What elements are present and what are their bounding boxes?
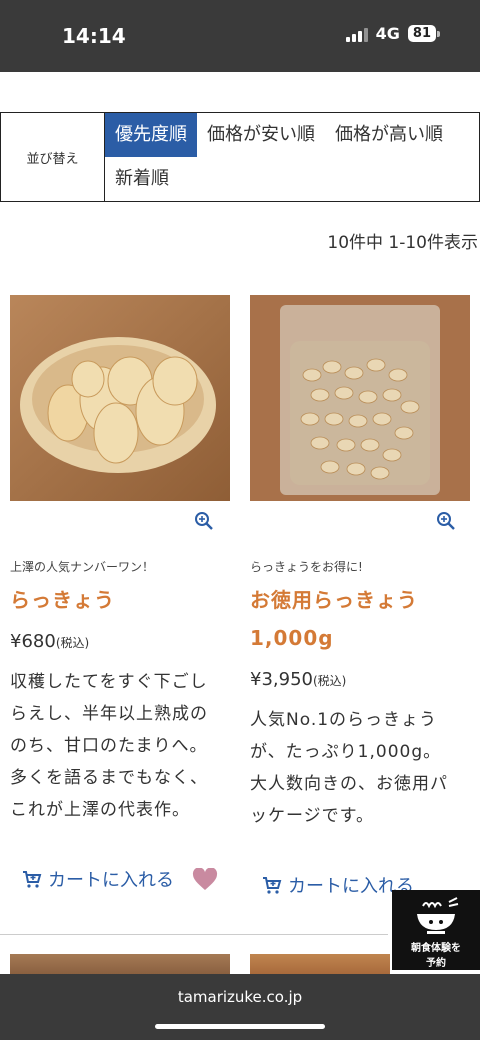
rice-bowl-icon bbox=[417, 897, 459, 934]
tax-label: (税込) bbox=[55, 636, 90, 650]
description-line: らえし、半年以上熟成の bbox=[10, 704, 208, 724]
product-info: 上澤の人気ナンバーワン！ らっきょう ¥680(税込) 収穫したてをすぐ下ごし … bbox=[10, 558, 235, 826]
zoom-icon[interactable] bbox=[194, 511, 214, 531]
cart-icon bbox=[263, 877, 282, 894]
description-line: 多くを語るまでもなく、 bbox=[10, 768, 208, 788]
battery-level: 81 bbox=[407, 25, 436, 42]
favorite-heart-icon[interactable] bbox=[192, 868, 218, 892]
sort-option-price-low[interactable]: 価格が安い順 bbox=[197, 113, 325, 157]
description-line: 人気No.1のらっきょう bbox=[250, 710, 438, 730]
badge-line2: 予約 bbox=[426, 958, 446, 969]
product-info: らっきょうをお得に! お徳用らっきょう 1,000g ¥3,950(税込) 人気… bbox=[250, 558, 475, 832]
description-line: 大人数向きの、お徳用パ bbox=[250, 774, 448, 794]
url-field[interactable]: tamarizuke.co.jp bbox=[0, 988, 480, 1006]
product-name[interactable]: らっきょう bbox=[10, 581, 235, 619]
product-description: 収穫したてをすぐ下ごし らえし、半年以上熟成の のち、甘口のたまりへ。 多くを語… bbox=[10, 666, 235, 826]
description-line: ッケージです。 bbox=[250, 806, 374, 826]
badge-line1: 朝食体験を bbox=[411, 943, 461, 954]
result-count: 10件中 1-10件表示 bbox=[327, 233, 478, 253]
product-name[interactable]: お徳用らっきょう bbox=[250, 581, 475, 619]
status-bar: 14:14 4G 81 bbox=[0, 0, 480, 72]
browser-bar: tamarizuke.co.jp bbox=[0, 974, 480, 1040]
product-card bbox=[10, 295, 230, 501]
next-product-thumbnail[interactable] bbox=[10, 954, 230, 974]
zoom-icon[interactable] bbox=[436, 511, 456, 531]
sort-option-newest[interactable]: 新着順 bbox=[105, 157, 179, 201]
status-indicators: 4G 81 bbox=[345, 24, 440, 43]
product-catchcopy: らっきょうをお得に! bbox=[250, 560, 363, 574]
description-line: これが上澤の代表作。 bbox=[10, 800, 190, 820]
sort-label: 並び替え bbox=[1, 113, 105, 201]
status-time: 14:14 bbox=[62, 24, 126, 48]
divider bbox=[0, 934, 388, 935]
breakfast-reservation-badge[interactable]: 朝食体験を 予約 bbox=[392, 890, 480, 970]
battery-icon: 81 bbox=[407, 25, 440, 42]
cart-icon bbox=[23, 871, 42, 888]
product-price: ¥3,950(税込) bbox=[250, 669, 475, 690]
sort-options: 優先度順 価格が安い順 価格が高い順 新着順 bbox=[105, 113, 479, 201]
next-product-thumbnail[interactable] bbox=[250, 954, 390, 974]
product-price: ¥680(税込) bbox=[10, 631, 235, 652]
description-line: が、たっぷり1,000g。 bbox=[250, 742, 442, 762]
signal-icon bbox=[345, 26, 368, 42]
product-name-line2[interactable]: 1,000g bbox=[250, 619, 475, 657]
product-image[interactable] bbox=[250, 295, 470, 501]
add-to-cart-label: カートに入れる bbox=[48, 870, 174, 891]
product-image[interactable] bbox=[10, 295, 230, 501]
network-label: 4G bbox=[375, 24, 400, 43]
description-line: 収穫したてをすぐ下ごし bbox=[10, 672, 208, 692]
add-to-cart-button[interactable]: カートに入れる bbox=[22, 866, 174, 892]
sort-option-price-high[interactable]: 価格が高い順 bbox=[325, 113, 453, 157]
tax-label: (税込) bbox=[312, 674, 347, 688]
sort-box: 並び替え 優先度順 価格が安い順 価格が高い順 新着順 bbox=[0, 112, 480, 202]
product-description: 人気No.1のらっきょう が、たっぷり1,000g。 大人数向きの、お徳用パ ッ… bbox=[250, 704, 475, 832]
description-line: のち、甘口のたまりへ。 bbox=[10, 736, 208, 756]
sort-option-priority[interactable]: 優先度順 bbox=[105, 113, 197, 157]
product-catchcopy: 上澤の人気ナンバーワン！ bbox=[10, 560, 155, 574]
product-card bbox=[250, 295, 470, 501]
price-value: ¥680 bbox=[10, 631, 56, 652]
home-indicator[interactable] bbox=[155, 1024, 325, 1029]
price-value: ¥3,950 bbox=[250, 669, 313, 690]
